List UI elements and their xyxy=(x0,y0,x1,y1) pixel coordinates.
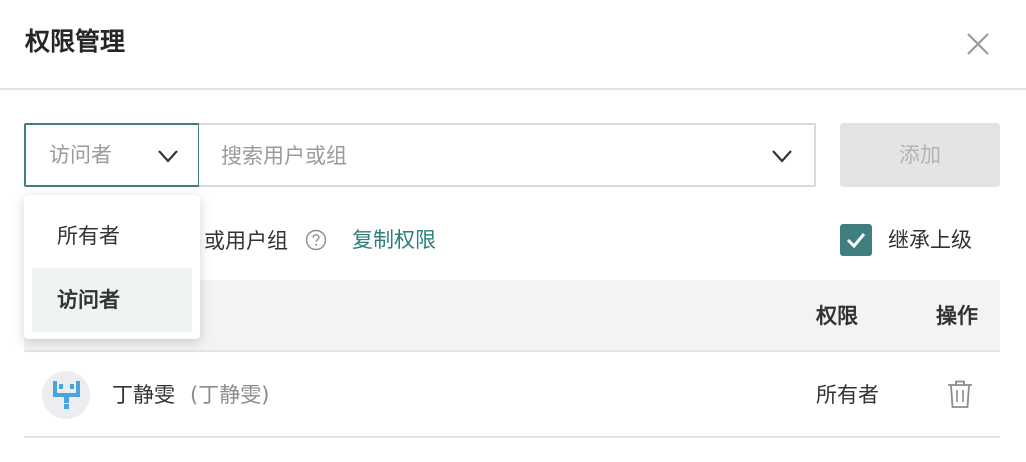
copy-permissions-link[interactable]: 复制权限 xyxy=(352,225,436,255)
close-icon[interactable] xyxy=(962,28,994,60)
user-logo-icon xyxy=(53,381,80,409)
user-or-group-label: 或用户组 xyxy=(204,229,288,253)
dropdown-option-label: 访问者 xyxy=(57,288,120,312)
dialog-header: 权限管理 xyxy=(0,0,1026,90)
add-button[interactable]: 添加 xyxy=(840,123,1000,187)
role-select-value: 访问者 xyxy=(49,143,112,167)
dropdown-option-owner[interactable]: 所有者 xyxy=(32,204,192,268)
trash-icon[interactable] xyxy=(947,379,973,409)
dialog-title: 权限管理 xyxy=(25,27,126,56)
column-header-permission: 权限 xyxy=(816,304,858,328)
user-name: 丁静雯 xyxy=(112,383,175,407)
checkbox[interactable] xyxy=(840,224,872,256)
search-field[interactable] xyxy=(199,123,816,187)
role-select[interactable]: 访问者 xyxy=(24,123,200,187)
table-row: 丁静雯 (丁静雯) 所有者 xyxy=(24,352,1000,438)
role-dropdown-menu: 所有者 访问者 xyxy=(24,195,200,339)
chevron-down-icon[interactable] xyxy=(771,146,793,166)
dropdown-option-visitor[interactable]: 访问者 xyxy=(32,268,192,332)
column-header-operation: 操作 xyxy=(936,304,978,328)
inherit-label: 继承上级 xyxy=(888,228,972,252)
user-subname: (丁静雯) xyxy=(190,383,270,407)
permission-value: 所有者 xyxy=(816,383,879,407)
dropdown-option-label: 所有者 xyxy=(57,224,120,248)
search-input[interactable] xyxy=(221,139,741,173)
chevron-down-icon xyxy=(158,150,178,163)
question-circle-icon[interactable] xyxy=(305,229,327,251)
check-icon xyxy=(846,233,866,249)
avatar xyxy=(42,371,90,419)
